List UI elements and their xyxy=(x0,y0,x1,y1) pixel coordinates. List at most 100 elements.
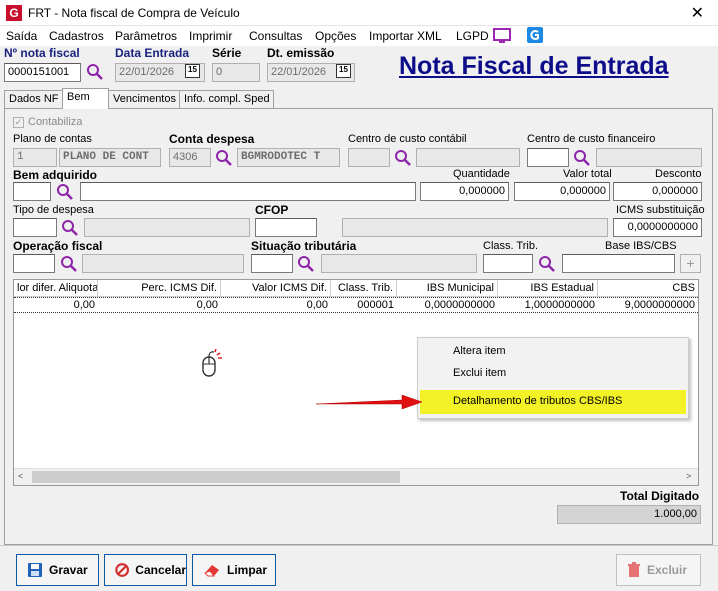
horizontal-scrollbar[interactable]: < > xyxy=(14,468,698,485)
base-ibs-cbs-input[interactable] xyxy=(562,254,675,273)
cancelar-label: Cancelar xyxy=(135,563,186,577)
centro-contabil-code[interactable] xyxy=(348,148,390,167)
class-trib-label: Class. Trib. xyxy=(483,240,539,252)
conta-despesa-name: BGMRODOTEC T xyxy=(237,148,340,167)
plano-contas-code[interactable]: 1 xyxy=(13,148,57,167)
serie-label: Série xyxy=(212,46,242,60)
search-icon[interactable] xyxy=(215,149,233,167)
title-bar: G FRT - Nota fiscal de Compra de Veículo… xyxy=(0,0,718,26)
grid-header-cell[interactable]: Perc. ICMS Dif. xyxy=(98,280,221,297)
menu-saida[interactable]: Saída xyxy=(6,29,37,43)
operacao-fiscal-label: Operação fiscal xyxy=(13,239,103,253)
search-icon[interactable] xyxy=(538,255,556,273)
menu-cadastros[interactable]: Cadastros xyxy=(49,29,104,43)
class-trib-input[interactable] xyxy=(483,254,533,273)
g-logo-icon[interactable] xyxy=(527,27,543,46)
add-button[interactable]: + xyxy=(680,254,701,273)
table-cell: 9,0000000000 xyxy=(624,299,695,311)
grid-header-cell[interactable]: Valor ICMS Dif. xyxy=(221,280,331,297)
plano-contas-name: PLANO DE CONT xyxy=(59,148,161,167)
bem-description-input[interactable] xyxy=(80,182,416,201)
search-icon[interactable] xyxy=(394,149,412,167)
operacao-fiscal-code[interactable] xyxy=(13,254,55,273)
conta-despesa-label: Conta despesa xyxy=(169,132,255,146)
divider xyxy=(0,545,718,546)
centro-financeiro-label: Centro de custo financeiro xyxy=(527,133,656,145)
limpar-label: Limpar xyxy=(227,563,268,577)
close-icon[interactable]: ✕ xyxy=(691,3,704,23)
grid-header-cell[interactable]: IBS Estadual xyxy=(498,280,598,297)
search-icon[interactable] xyxy=(56,183,74,201)
gravar-label: Gravar xyxy=(49,563,88,577)
menu-imprimir[interactable]: Imprimir xyxy=(189,29,232,43)
icms-subst-label: ICMS substituição xyxy=(616,204,705,216)
table-cell: 1,0000000000 xyxy=(524,299,595,311)
search-icon[interactable] xyxy=(61,219,79,237)
bem-code-input[interactable] xyxy=(13,182,51,201)
cfop-description xyxy=(342,218,608,237)
calendar-icon[interactable]: 15 xyxy=(185,64,200,78)
menu-parametros[interactable]: Parâmetros xyxy=(115,29,177,43)
excluir-button[interactable]: Excluir xyxy=(616,554,701,586)
dt-emissao-label: Dt. emissão xyxy=(267,46,335,60)
nota-fiscal-input[interactable]: 0000151001 xyxy=(4,63,81,82)
valor-total-input[interactable]: 0,000000 xyxy=(514,182,610,201)
floppy-disk-icon xyxy=(28,563,42,577)
contabiliza-checkbox[interactable]: ✓ xyxy=(13,117,24,128)
menu-item-altera-item[interactable]: Altera item xyxy=(420,341,686,363)
context-menu: Altera item Exclui item Detalhamento de … xyxy=(417,337,689,419)
nota-fiscal-label: Nº nota fiscal xyxy=(4,46,80,60)
menu-opcoes[interactable]: Opções xyxy=(315,29,356,43)
grid-header-cell[interactable]: CBS xyxy=(598,280,698,297)
situacao-tributaria-name xyxy=(321,254,477,273)
menu-consultas[interactable]: Consultas xyxy=(249,29,302,43)
menu-lgpd[interactable]: LGPD xyxy=(456,29,489,43)
grid-header: lor difer. Aliquota Perc. ICMS Dif. Valo… xyxy=(14,280,698,297)
total-digitado-label: Total Digitado xyxy=(620,489,700,503)
conta-despesa-code[interactable]: 4306 xyxy=(169,148,211,167)
grid-header-cell[interactable]: lor difer. Aliquota xyxy=(14,280,98,297)
centro-financeiro-code[interactable] xyxy=(527,148,569,167)
scroll-right-icon[interactable]: > xyxy=(686,471,691,481)
quantidade-input[interactable]: 0,000000 xyxy=(420,182,509,201)
search-icon[interactable] xyxy=(573,149,591,167)
total-digitado-value: 1.000,00 xyxy=(557,505,701,524)
calendar-icon[interactable]: 15 xyxy=(336,64,351,78)
tipo-despesa-code[interactable] xyxy=(13,218,57,237)
cfop-input[interactable] xyxy=(255,218,317,237)
operacao-fiscal-name xyxy=(82,254,244,273)
scroll-left-icon[interactable]: < xyxy=(18,471,23,481)
grid-header-cell[interactable]: Class. Trib. xyxy=(331,280,397,297)
cancelar-button[interactable]: Cancelar xyxy=(104,554,187,586)
limpar-button[interactable]: Limpar xyxy=(192,554,276,586)
serie-input[interactable]: 0 xyxy=(212,63,260,82)
menu-item-exclui-item[interactable]: Exclui item xyxy=(420,363,686,385)
centro-contabil-name xyxy=(416,148,520,167)
situacao-tributaria-label: Situação tributária xyxy=(251,239,357,253)
gravar-button[interactable]: Gravar xyxy=(16,554,99,586)
app-icon: G xyxy=(6,5,22,21)
monitor-icon[interactable] xyxy=(493,28,511,47)
desconto-input[interactable]: 0,000000 xyxy=(613,182,702,201)
tab-bem[interactable]: Bem xyxy=(62,88,109,109)
bem-adquirido-label: Bem adquirido xyxy=(13,168,98,182)
icms-subst-input[interactable]: 0,0000000000 xyxy=(613,218,702,237)
tipo-despesa-label: Tipo de despesa xyxy=(13,204,94,216)
scrollbar-thumb[interactable] xyxy=(32,471,400,483)
menu-bar: Saída Cadastros Parâmetros Imprimir Cons… xyxy=(0,26,718,46)
situacao-tributaria-code[interactable] xyxy=(251,254,293,273)
centro-contabil-label: Centro de custo contábil xyxy=(348,133,467,145)
menu-item-detalhamento-tributos[interactable]: Detalhamento de tributos CBS/IBS xyxy=(420,390,686,414)
search-icon[interactable] xyxy=(60,255,78,273)
tab-vencimentos[interactable]: Vencimentos xyxy=(108,90,180,108)
eraser-icon xyxy=(204,565,219,577)
table-row[interactable]: 0,00 0,00 0,00 000001 0,0000000000 1,000… xyxy=(14,297,698,313)
search-icon[interactable] xyxy=(86,63,104,81)
search-icon[interactable] xyxy=(297,255,315,273)
tab-dados-nf[interactable]: Dados NF xyxy=(4,90,63,108)
grid-header-cell[interactable]: IBS Municipal xyxy=(397,280,498,297)
menu-importar-xml[interactable]: Importar XML xyxy=(369,29,442,43)
data-entrada-label: Data Entrada xyxy=(115,46,190,60)
table-cell: 0,00 xyxy=(306,299,328,311)
tab-info-compl-sped[interactable]: Info. compl. Sped xyxy=(179,90,274,108)
